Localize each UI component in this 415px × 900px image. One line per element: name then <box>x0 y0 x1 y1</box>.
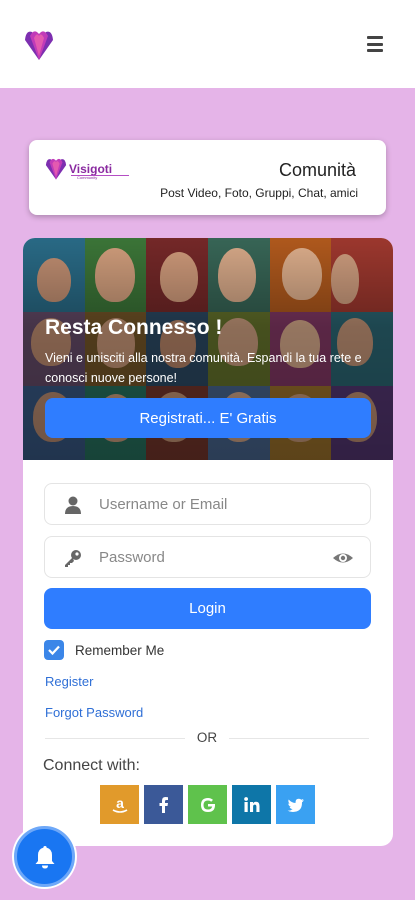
lotus-logo-icon <box>45 158 67 180</box>
hamburger-menu-icon[interactable] <box>367 36 383 52</box>
twitter-login-button[interactable] <box>276 785 315 824</box>
notifications-button[interactable] <box>14 826 75 887</box>
brand-subtitle: Post Video, Foto, Gruppi, Chat, amici <box>160 186 358 200</box>
or-label: OR <box>196 730 218 745</box>
amazon-login-button[interactable]: a <box>100 785 139 824</box>
linkedin-login-button[interactable] <box>232 785 271 824</box>
top-bar <box>0 0 415 88</box>
divider-line-left <box>45 738 185 739</box>
brand-logo-name: Visigoti <box>69 162 113 176</box>
login-button[interactable]: Login <box>44 588 371 629</box>
hero-headline: Resta Connesso ! <box>45 316 223 339</box>
social-login-buttons: a <box>100 785 315 824</box>
connect-with-label: Connect with: <box>43 757 140 774</box>
google-login-button[interactable] <box>188 785 227 824</box>
register-link[interactable]: Register <box>45 674 93 689</box>
hero-banner: Resta Connesso ! Vieni e unisciti alla n… <box>23 238 393 460</box>
password-input[interactable] <box>99 537 329 577</box>
amazon-icon: a <box>112 795 127 813</box>
user-icon <box>63 495 83 515</box>
brand-card: Visigoti Community Comunità Post Video, … <box>29 140 386 215</box>
login-card: Resta Connesso ! Vieni e unisciti alla n… <box>23 238 393 846</box>
register-free-button[interactable]: Registrati... E' Gratis <box>45 398 371 438</box>
remember-me-checkbox[interactable]: Remember Me <box>44 640 164 660</box>
linkedin-icon <box>243 796 259 812</box>
facebook-icon <box>159 796 168 813</box>
show-password-icon[interactable] <box>332 548 354 568</box>
brand-logo: Visigoti Community <box>43 155 163 185</box>
lotus-logo-icon[interactable] <box>22 26 56 62</box>
username-input[interactable] <box>99 484 329 524</box>
forgot-password-link[interactable]: Forgot Password <box>45 705 143 720</box>
bell-icon <box>35 845 54 868</box>
password-field[interactable] <box>44 536 371 578</box>
svg-text:a: a <box>116 795 124 811</box>
hero-description: Vieni e unisciti alla nostra comunità. E… <box>45 351 362 385</box>
brand-logo-tagline: Community <box>77 175 98 180</box>
remember-me-label: Remember Me <box>75 642 165 658</box>
google-icon <box>200 797 215 812</box>
key-icon <box>63 548 83 568</box>
facebook-login-button[interactable] <box>144 785 183 824</box>
brand-title: Comunità <box>278 160 356 180</box>
checkbox-checked-icon[interactable] <box>44 640 64 660</box>
or-divider: OR <box>45 730 369 746</box>
divider-line-right <box>229 738 369 739</box>
twitter-icon <box>287 798 304 812</box>
username-field[interactable] <box>44 483 371 525</box>
